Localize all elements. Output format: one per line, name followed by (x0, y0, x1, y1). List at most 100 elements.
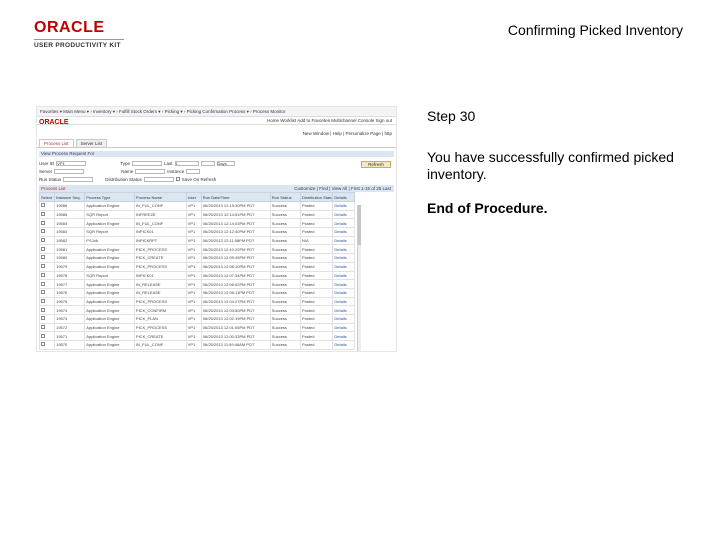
table-row[interactable]: 19576 Application Engine IN_RELEASE VP1 06/2… (38, 287, 355, 298)
table-row[interactable]: 19586 Application Engine IN_FUL_CONF VP1 06/… (38, 201, 355, 211)
row-select-cell[interactable] (38, 253, 56, 263)
scrollbar-thumb[interactable] (358, 205, 361, 245)
run-status-select[interactable] (63, 176, 94, 182)
table-row[interactable]: 19578 SQR Report INPICK01 VP1 06/25/2013 12:… (38, 270, 355, 281)
server-select[interactable] (54, 168, 85, 174)
row-select-cell[interactable] (38, 209, 56, 220)
breadcrumb[interactable]: Favorites ▾ Main Menu ▾ › Inventory ▾ › … (40, 109, 285, 115)
row-select-cell[interactable] (38, 331, 56, 341)
vertical-scrollbar[interactable] (357, 205, 361, 351)
row-select-checkbox[interactable] (41, 229, 45, 234)
table-row[interactable]: 19585 SQR Report INFREEZE VP1 06/25/2013 12:… (38, 209, 355, 220)
tab-server-list[interactable]: Server List (75, 139, 108, 147)
column-header[interactable]: Select (38, 192, 56, 202)
row-select-checkbox[interactable] (41, 212, 45, 217)
row-select-cell[interactable] (38, 218, 56, 229)
row-select-checkbox[interactable] (41, 272, 45, 277)
table-row[interactable]: 19574 Application Engine PICK_CONFIRM VP1 06… (38, 305, 355, 315)
days-select[interactable]: Days (216, 160, 235, 166)
name-input[interactable] (135, 168, 166, 174)
table-row[interactable]: 19583 SQR Report INPICK01 VP1 06/25/2013 12:… (38, 227, 355, 237)
oracle-upk-logo: ORACLE USER PRODUCTIVITY KIT (34, 20, 124, 49)
table-row[interactable]: 19582 PSJob INPICKRPT VP1 06/25/2013 12:11:5… (38, 235, 355, 246)
save-on-refresh-checkbox[interactable] (175, 177, 180, 181)
row-select-checkbox[interactable] (41, 342, 45, 347)
details-link[interactable]: Details (332, 227, 355, 237)
row-select-cell[interactable] (38, 235, 56, 246)
column-header[interactable]: Distribution Status (299, 192, 334, 202)
details-link[interactable]: Details (332, 261, 355, 272)
table-row[interactable]: 19571 Application Engine PICK_CREATE VP1 06/… (38, 331, 355, 341)
tab-process-list[interactable]: Process List (39, 139, 74, 147)
table-row[interactable]: 19580 Application Engine PICK_CREATE VP1 06/… (38, 253, 355, 263)
column-header[interactable]: Process Type (84, 192, 135, 202)
details-link[interactable]: Details (332, 340, 355, 350)
row-select-checkbox[interactable] (41, 307, 45, 312)
row-select-cell[interactable] (38, 261, 56, 272)
details-link[interactable]: Details (332, 322, 355, 333)
column-header[interactable]: Process Name (133, 192, 187, 202)
details-link[interactable]: Details (332, 253, 355, 263)
row-select-checkbox[interactable] (41, 264, 45, 269)
header-links[interactable]: Home Worklist Add to Favorites Multichan… (267, 118, 392, 123)
row-select-cell[interactable] (38, 313, 56, 324)
row-select-checkbox[interactable] (41, 220, 45, 225)
process-list-navigation[interactable]: Customize | Find | View All | First 1-15… (294, 186, 391, 191)
row-select-cell[interactable] (38, 287, 56, 298)
row-select-checkbox[interactable] (41, 290, 45, 295)
row-select-cell[interactable] (38, 244, 56, 255)
row-select-cell[interactable] (38, 305, 56, 315)
last-select[interactable]: 1 (174, 160, 199, 166)
column-header[interactable]: Instance Seq. (54, 192, 86, 202)
details-link[interactable]: Details (332, 201, 355, 211)
row-select-cell[interactable] (38, 279, 56, 289)
row-select-checkbox[interactable] (41, 298, 45, 303)
table-row[interactable]: 19579 Application Engine PICK_PROCESS VP1 06… (38, 261, 355, 272)
details-link[interactable]: Details (332, 331, 355, 341)
type-select[interactable] (132, 160, 163, 166)
details-link[interactable]: Details (332, 244, 355, 255)
row-select-checkbox[interactable] (41, 324, 45, 329)
row-select-checkbox[interactable] (41, 316, 45, 321)
table-row[interactable]: 19584 Application Engine IN_FUL_CONF VP1 06/… (38, 218, 355, 229)
row-select-checkbox[interactable] (41, 333, 45, 338)
row-select-cell[interactable] (38, 340, 56, 350)
row-select-cell[interactable] (38, 270, 56, 281)
row-select-checkbox[interactable] (41, 281, 45, 286)
distribution-status-select[interactable] (143, 176, 174, 182)
row-select-cell[interactable] (38, 322, 56, 333)
column-header[interactable]: Run Status (269, 192, 302, 202)
details-link[interactable]: Details (332, 218, 355, 229)
column-header[interactable]: Details (332, 192, 355, 202)
utility-links[interactable]: New Window | Help | Personalize Page | h… (303, 131, 392, 136)
details-link[interactable]: Details (332, 235, 355, 246)
table-cell: VP1 (185, 296, 202, 307)
details-link[interactable]: Details (332, 305, 355, 315)
row-select-checkbox[interactable] (41, 203, 45, 208)
details-link[interactable]: Details (332, 287, 355, 298)
row-select-cell[interactable] (38, 201, 56, 211)
table-row[interactable]: 19575 Application Engine PICK_PROCESS VP1 06… (38, 296, 355, 307)
row-select-checkbox[interactable] (41, 255, 45, 260)
row-select-cell[interactable] (38, 227, 56, 237)
table-cell: 19570 (54, 340, 86, 350)
row-select-checkbox[interactable] (41, 238, 45, 243)
details-link[interactable]: Details (332, 296, 355, 307)
details-link[interactable]: Details (332, 279, 355, 289)
details-link[interactable]: Details (332, 270, 355, 281)
user-id-input[interactable]: VP1 (56, 160, 87, 166)
row-select-checkbox[interactable] (41, 246, 45, 251)
table-row[interactable]: 19581 Application Engine PICK_PROCESS VP1 06… (38, 244, 355, 255)
table-row[interactable]: 19572 Application Engine PICK_PROCESS VP1 06… (38, 322, 355, 333)
details-link[interactable]: Details (332, 209, 355, 220)
table-row[interactable]: 19570 Application Engine IN_FUL_CONF VP1 06/… (38, 340, 355, 350)
refresh-button[interactable]: Refresh (361, 161, 391, 168)
row-select-cell[interactable] (38, 296, 56, 307)
last-number-input[interactable] (200, 160, 215, 166)
table-row[interactable]: 19573 Application Engine PICK_PLAN VP1 06/25… (38, 313, 355, 324)
column-header[interactable]: User (185, 192, 202, 202)
table-row[interactable]: 19577 Application Engine IN_RELEASE VP1 06/2… (38, 279, 355, 289)
column-header[interactable]: Run Date/Time (200, 192, 271, 202)
details-link[interactable]: Details (332, 313, 355, 324)
instance-input[interactable] (186, 168, 201, 174)
